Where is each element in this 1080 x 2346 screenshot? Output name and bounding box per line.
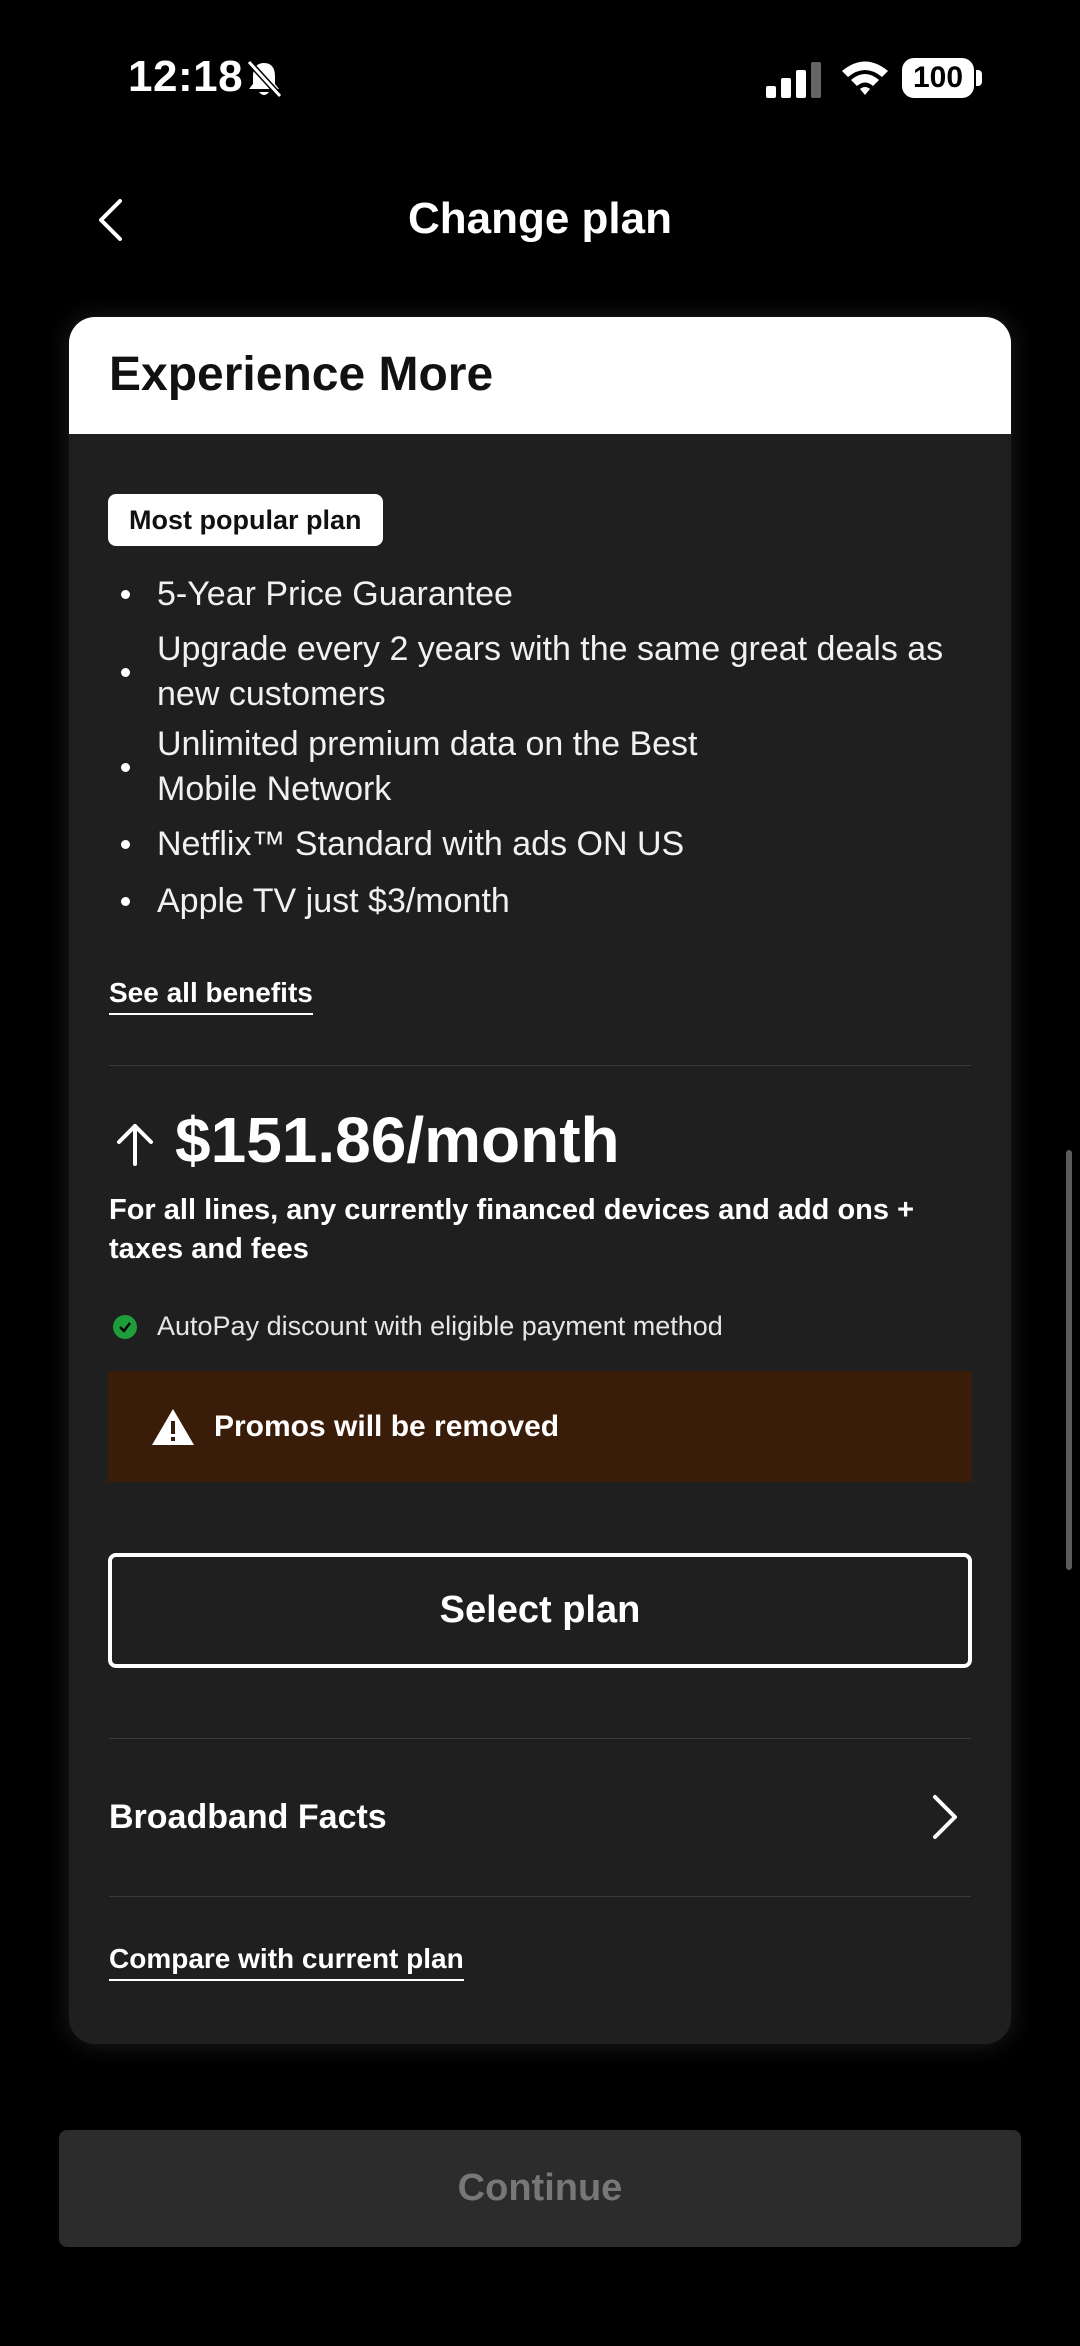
plan-card-header: Experience More [69, 317, 1011, 434]
chevron-right-icon [933, 1795, 957, 1839]
select-plan-button[interactable]: Select plan [108, 1553, 972, 1668]
divider [109, 1896, 971, 1897]
benefit-text: 5-Year Price Guarantee [157, 575, 513, 613]
bullet-icon [121, 590, 130, 599]
arrow-up-icon [117, 1124, 153, 1166]
check-circle-icon [113, 1314, 137, 1339]
wifi-icon [842, 61, 888, 95]
benefit-item: Upgrade every 2 years with the same grea… [109, 627, 969, 717]
price-row: $151.86/month [109, 1100, 620, 1180]
page-title: Change plan [407, 194, 673, 243]
most-popular-badge: Most popular plan [108, 494, 383, 546]
warning-icon [152, 1408, 194, 1445]
cellular-signal-icon [766, 62, 821, 98]
promo-warning: Promos will be removed [108, 1371, 972, 1482]
benefit-text: Apple TV just $3/month [157, 882, 510, 920]
compare-with-current-plan-link[interactable]: Compare with current plan [109, 1943, 464, 1981]
benefits-list: 5-Year Price Guarantee Upgrade every 2 y… [109, 572, 969, 924]
battery-indicator: 100 [902, 58, 974, 98]
bullet-icon [121, 840, 130, 849]
benefit-text: Netflix™ Standard with ads ON US [157, 825, 685, 863]
price-note: For all lines, any currently financed de… [109, 1194, 915, 1265]
plan-card: Experience More Most popular plan 5-Year… [69, 317, 1011, 2044]
broadband-facts-label: Broadband Facts [109, 1797, 387, 1836]
autopay-note: AutoPay discount with eligible payment m… [109, 1311, 723, 1342]
warning-text: Promos will be removed [214, 1409, 560, 1443]
benefit-item: Unlimited premium data on the Best Mobil… [109, 722, 969, 812]
plan-price: $151.86/month [175, 1104, 620, 1176]
benefit-item: 5-Year Price Guarantee [109, 572, 969, 617]
benefit-item: Netflix™ Standard with ads ON US [109, 822, 969, 867]
divider [109, 1065, 971, 1066]
benefit-text: Unlimited premium data on the Best Mobil… [157, 725, 698, 808]
nav-header: Change plan [0, 170, 1080, 270]
see-all-benefits-link[interactable]: See all benefits [109, 977, 313, 1015]
plan-name: Experience More [109, 348, 494, 401]
bell-off-icon [246, 59, 283, 99]
broadband-facts-row[interactable]: Broadband Facts [109, 1739, 971, 1895]
status-bar: 12:18 100 [0, 0, 1080, 160]
bullet-icon [121, 667, 130, 677]
benefit-item: Apple TV just $3/month [109, 879, 969, 924]
benefit-text: Upgrade every 2 years with the same grea… [157, 630, 944, 713]
scrollbar[interactable] [1066, 1150, 1072, 1570]
bullet-icon [121, 897, 130, 906]
status-time: 12:18 [128, 52, 244, 101]
continue-button[interactable]: Continue [59, 2130, 1021, 2247]
autopay-text: AutoPay discount with eligible payment m… [157, 1311, 723, 1341]
battery-tip [976, 70, 982, 86]
bullet-icon [121, 762, 130, 772]
